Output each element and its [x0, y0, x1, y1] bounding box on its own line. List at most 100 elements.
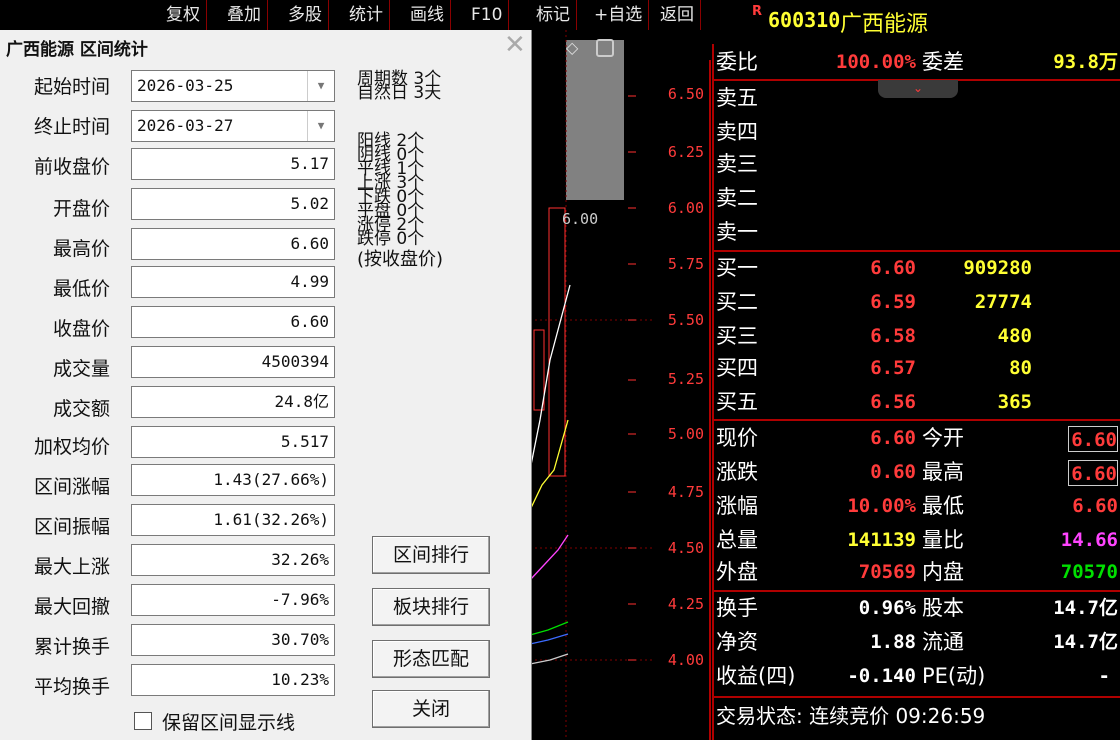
stock-name: 广西能源 — [840, 12, 929, 37]
sector-rank-button[interactable]: 板块排行 — [372, 588, 490, 626]
price-label: 4.75 — [667, 483, 704, 501]
toolbar-biaoji[interactable]: 标记 — [530, 0, 577, 30]
pattern-match-button[interactable]: 形态匹配 — [372, 640, 490, 678]
field-value: 5.517 — [131, 426, 335, 458]
divider — [712, 696, 1120, 698]
buy-price: 6.60 — [870, 257, 916, 279]
trade-status: 交易状态: 连续竞价 09:26:59 — [716, 704, 986, 728]
stat-value-guben: 14.7亿 — [1053, 597, 1118, 619]
buy-level-label: 买一 — [716, 256, 758, 280]
interval-stats-dialog: 广西能源 区间统计 ✕ 起始时间 2026-03-25 ▼ 终止时间 2026-… — [0, 30, 532, 740]
counts-note: (按收盘价) — [357, 249, 444, 270]
field-value: 4500394 — [131, 346, 335, 378]
stat-label-xianjia: 现价 — [716, 426, 758, 450]
buy-level-label: 买四 — [716, 356, 758, 380]
stat-label-jinkai: 今开 — [922, 426, 964, 450]
stat-value-zuigao: 6.60 — [1068, 460, 1118, 486]
dialog-titlebar[interactable]: 广西能源 区间统计 ✕ — [0, 30, 531, 62]
field-value: -7.96% — [131, 584, 335, 616]
field-value: 5.02 — [131, 188, 335, 220]
stock-badge: R — [752, 4, 763, 19]
buy-price: 6.58 — [870, 325, 916, 347]
field-label: 收盘价 — [52, 318, 110, 340]
field-value: 10.23% — [131, 664, 335, 696]
stat-value-jingzi: 1.88 — [870, 631, 916, 653]
toolbar-huaxian[interactable]: 画线 — [404, 0, 451, 30]
start-time-picker[interactable]: 2026-03-25 ▼ — [131, 70, 335, 102]
price-label: 4.00 — [667, 651, 704, 669]
stat-label-pe: PE(动) — [922, 664, 986, 688]
buy-price: 6.57 — [870, 357, 916, 379]
toolbar-duogu[interactable]: 多股 — [282, 0, 329, 30]
stat-label-zuigao: 最高 — [922, 460, 964, 484]
field-label: 平均换手 — [33, 676, 110, 698]
stat-label-liangbi: 量比 — [922, 528, 964, 552]
price-label: 4.50 — [667, 539, 704, 557]
buy-price: 6.56 — [870, 391, 916, 413]
end-time-label: 终止时间 — [33, 116, 110, 138]
field-value: 5.17 — [131, 148, 335, 180]
toolbar-diejia[interactable]: 叠加 — [221, 0, 268, 30]
sell-level-label: 卖一 — [716, 220, 758, 244]
toolbar-f10[interactable]: F10 — [465, 0, 510, 30]
weicha-label: 委差 — [922, 50, 964, 74]
price-label: 4.25 — [667, 595, 704, 613]
dialog-title: 广西能源 区间统计 — [6, 40, 148, 60]
buy-volume: 27774 — [974, 291, 1032, 313]
stat-label-waipan: 外盘 — [716, 560, 758, 584]
buy-volume: 909280 — [963, 257, 1032, 279]
field-value: 24.8亿 — [131, 386, 335, 418]
stat-value-zhangfu: 10.00% — [847, 495, 916, 517]
toolbar-fanhui[interactable]: 返回 — [654, 0, 701, 30]
weicha-value: 93.8万 — [1053, 51, 1118, 73]
sell-level-label: 卖五 — [716, 86, 758, 110]
close-icon[interactable]: ✕ — [504, 30, 526, 60]
cursor-price-label: 6.00 — [562, 210, 599, 228]
stat-label-shouyi: 收益(四) — [716, 664, 796, 688]
field-label: 累计换手 — [33, 636, 110, 658]
field-label: 成交量 — [52, 358, 110, 380]
natural-days: 自然日 3天 — [357, 83, 442, 103]
toolbar-tongji[interactable]: 统计 — [343, 0, 390, 30]
buy-volume: 480 — [997, 325, 1032, 347]
price-label: 5.25 — [667, 370, 704, 388]
buy-volume: 365 — [997, 391, 1032, 413]
stat-label-huanshou: 换手 — [716, 596, 758, 620]
chevron-down-icon[interactable]: ▼ — [307, 111, 334, 141]
divider — [712, 419, 1120, 421]
stat-value-huanshou: 0.96% — [858, 597, 916, 619]
diamond-icon[interactable]: ◇ — [566, 38, 578, 57]
weibi-label: 委比 — [716, 50, 758, 74]
field-value: 1.43(27.66%) — [131, 464, 335, 496]
stat-value-waipan: 70569 — [858, 561, 916, 583]
field-label: 最大上涨 — [33, 556, 110, 578]
end-time-picker[interactable]: 2026-03-27 ▼ — [131, 110, 335, 142]
field-value: 32.26% — [131, 544, 335, 576]
stat-value-zuidi: 6.60 — [1072, 495, 1118, 517]
field-label: 最高价 — [52, 238, 110, 260]
stat-label-zhangfu: 涨幅 — [716, 494, 758, 518]
stat-value-zongliang: 141139 — [847, 529, 916, 551]
chevron-down-icon[interactable]: ▼ — [307, 71, 334, 101]
keep-interval-lines-checkbox[interactable] — [134, 712, 152, 730]
field-value: 4.99 — [131, 266, 335, 298]
price-label: 5.00 — [667, 425, 704, 443]
panel-toggle-icon[interactable] — [596, 39, 614, 57]
stat-label-jingzi: 净资 — [716, 630, 758, 654]
field-value: 6.60 — [131, 306, 335, 338]
chart-area[interactable]: ◇ 6.50 6.25 6.00 5.75 5.50 5.25 5.00 4.7… — [530, 30, 712, 740]
collapse-chevron-icon[interactable]: ⌄ — [878, 80, 958, 98]
toolbar-zixuan[interactable]: +自选 — [588, 0, 650, 30]
price-label: 6.50 — [667, 85, 704, 103]
stat-value-xianjia: 6.60 — [870, 427, 916, 449]
buy-level-label: 买五 — [716, 390, 758, 414]
sell-level-label: 卖二 — [716, 186, 758, 210]
stock-code: 600310 — [768, 8, 841, 32]
count-row: 跌停 0个 — [357, 229, 425, 249]
start-time-label: 起始时间 — [33, 76, 110, 98]
buy-level-label: 买三 — [716, 324, 758, 348]
toolbar-fuquan[interactable]: 复权 — [160, 0, 207, 30]
keep-interval-lines-label: 保留区间显示线 — [162, 712, 296, 734]
close-button[interactable]: 关闭 — [372, 690, 490, 728]
interval-rank-button[interactable]: 区间排行 — [372, 536, 490, 574]
